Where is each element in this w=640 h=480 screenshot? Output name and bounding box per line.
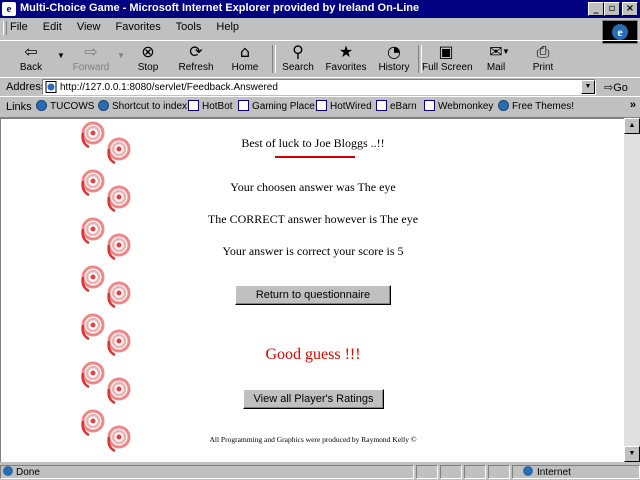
link-hotbot[interactable]: HotBot <box>188 100 233 112</box>
links-more-chevron-icon[interactable]: » <box>630 99 636 111</box>
forward-arrow-icon: ⇨ <box>84 42 98 61</box>
ie-page-icon <box>3 466 13 476</box>
globe-icon <box>523 466 533 476</box>
address-bar: Address http://127.0.0.1:8080/servlet/Fe… <box>0 77 640 97</box>
page-icon <box>45 81 57 93</box>
red-divider <box>275 156 355 158</box>
link-free-themes[interactable]: Free Themes! <box>498 100 574 112</box>
status-panel-blank <box>416 465 438 479</box>
menu-bar: File Edit View Favorites Tools Help <box>0 18 640 38</box>
link-webmonkey[interactable]: Webmonkey <box>424 100 493 112</box>
link-gaming-place[interactable]: Gaming Place <box>238 100 315 112</box>
favorites-folder-icon: ★ <box>338 42 354 61</box>
correct-answer-text: The CORRECT answer however is The eye <box>207 212 419 226</box>
ie-page-icon <box>498 100 509 111</box>
go-button[interactable]: ⇨Go <box>604 81 628 94</box>
return-to-questionnaire-button[interactable]: Return to questionnaire <box>235 285 391 305</box>
go-arrow-icon: ⇨ <box>604 81 614 94</box>
credits-text: All Programming and Graphics were produc… <box>209 435 417 444</box>
menu-tools[interactable]: Tools <box>176 21 202 33</box>
ie-logo-icon: e <box>2 2 16 16</box>
web-page-icon <box>376 100 387 111</box>
menu-file[interactable]: File <box>10 21 28 33</box>
minimize-button[interactable]: _ <box>588 2 604 16</box>
toolbar-separator <box>272 45 276 73</box>
status-bar: Done Internet <box>0 463 640 480</box>
menu-favorites[interactable]: Favorites <box>116 21 161 33</box>
address-input[interactable]: http://127.0.0.1:8080/servlet/Feedback.A… <box>42 79 596 95</box>
spiral-border-decoration <box>81 121 131 453</box>
standard-toolbar: ⇦ Back ▼ ⇨ Forward ▼ ⊗ Stop ⟳ Refresh ⌂ … <box>0 40 640 78</box>
address-url: http://127.0.0.1:8080/servlet/Feedback.A… <box>60 82 278 93</box>
web-page-icon <box>424 100 435 111</box>
favorites-button[interactable]: ★ Favorites <box>324 43 368 75</box>
mail-dropdown-icon[interactable]: ▼ <box>502 47 510 56</box>
window-title: Multi-Choice Game - Microsoft Internet E… <box>20 2 420 14</box>
address-dropdown-icon[interactable]: ▼ <box>581 80 595 94</box>
stop-icon: ⊗ <box>141 42 155 61</box>
links-bar: Links TUCOWS Shortcut to index HotBot Ga… <box>0 96 640 118</box>
link-tucows[interactable]: TUCOWS <box>36 100 94 112</box>
zone-panel: Internet <box>512 465 640 479</box>
ie-page-icon <box>98 100 109 111</box>
back-button[interactable]: ⇦ Back <box>12 43 50 75</box>
back-dropdown-icon[interactable]: ▼ <box>57 51 65 60</box>
menu-edit[interactable]: Edit <box>43 21 62 33</box>
search-icon: ⚲ <box>292 42 304 61</box>
web-page-icon <box>238 100 249 111</box>
link-shortcut-to-index[interactable]: Shortcut to index <box>98 100 187 112</box>
menu-grip[interactable] <box>3 21 7 35</box>
full-screen-button[interactable]: ▣ Full Screen <box>422 42 473 75</box>
greeting-text: Best of luck to Joe Bloggs ..!! <box>241 136 385 150</box>
ie-throbber-icon: e <box>612 24 628 40</box>
home-icon: ⌂ <box>239 42 251 61</box>
vertical-scrollbar[interactable]: ▲ ▼ <box>624 118 640 462</box>
scroll-up-icon[interactable]: ▲ <box>624 118 640 134</box>
history-icon: ◔ <box>387 42 401 61</box>
browser-window: e Multi-Choice Game - Microsoft Internet… <box>0 0 640 480</box>
forward-dropdown-icon[interactable]: ▼ <box>117 51 125 60</box>
status-panel-blank <box>488 465 510 479</box>
good-guess-text: Good guess !!! <box>265 346 361 363</box>
maximize-button[interactable]: ▫ <box>604 2 620 16</box>
back-arrow-icon: ⇦ <box>24 42 38 61</box>
web-page-icon <box>188 100 199 111</box>
forward-button[interactable]: ⇨ Forward <box>68 43 114 75</box>
links-label: Links <box>6 101 32 113</box>
ie-page-icon <box>36 100 47 111</box>
close-button[interactable]: × <box>622 2 638 16</box>
status-panel-blank <box>464 465 486 479</box>
link-hotwired[interactable]: HotWired <box>316 100 372 112</box>
stop-button[interactable]: ⊗ Stop <box>130 43 166 75</box>
refresh-button[interactable]: ⟳ Refresh <box>176 43 216 75</box>
refresh-icon: ⟳ <box>189 42 203 61</box>
menu-help[interactable]: Help <box>216 21 239 33</box>
title-bar: e Multi-Choice Game - Microsoft Internet… <box>0 0 640 18</box>
address-label: Address <box>6 81 47 93</box>
full-screen-icon: ▣ <box>438 42 454 61</box>
link-ebarn[interactable]: eBarn <box>376 100 417 112</box>
page-content: Best of luck to Joe Bloggs ..!! Your cho… <box>0 118 624 462</box>
history-button[interactable]: ◔ History <box>374 43 414 75</box>
status-panel-blank <box>440 465 462 479</box>
menu-view[interactable]: View <box>77 21 101 33</box>
search-button[interactable]: ⚲ Search <box>278 43 318 75</box>
web-page-icon <box>316 100 327 111</box>
scroll-down-icon[interactable]: ▼ <box>624 446 640 462</box>
printer-icon: ⎙ <box>536 42 550 61</box>
print-button[interactable]: ⎙ Print <box>526 43 560 75</box>
status-panel: Done <box>0 465 414 479</box>
chosen-answer-text: Your choosen answer was The eye <box>230 180 396 194</box>
home-button[interactable]: ⌂ Home <box>226 43 264 75</box>
score-text: Your answer is correct your score is 5 <box>222 244 404 258</box>
view-player-ratings-button[interactable]: View all Player's Ratings <box>243 389 384 409</box>
